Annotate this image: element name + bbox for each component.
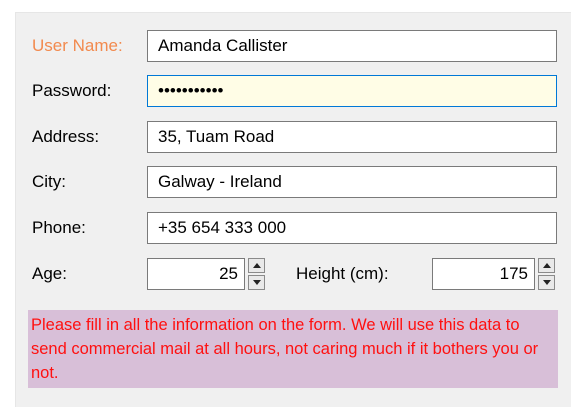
password-field[interactable]: ••••••••••• [147,75,557,107]
age-label: Age: [32,264,67,283]
age-stepper-buttons [248,258,265,290]
phone-field[interactable]: +35 654 333 000 [147,212,557,244]
height-label: Height (cm): [296,264,389,283]
age-stepper[interactable]: 25 [147,258,245,290]
height-decrement-button[interactable] [538,275,555,290]
username-label: User Name: [32,36,123,55]
height-increment-button[interactable] [538,258,555,273]
arrow-up-icon [542,263,551,268]
address-label: Address: [32,127,100,146]
address-field[interactable]: 35, Tuam Road [147,121,557,153]
notice-message: Please fill in all the information on th… [28,310,558,388]
arrow-up-icon [252,263,261,268]
username-field[interactable]: Amanda Callister [147,30,557,62]
password-label: Password: [32,81,112,100]
phone-label: Phone: [32,218,86,237]
age-decrement-button[interactable] [248,275,265,290]
height-stepper-buttons [538,258,555,290]
age-increment-button[interactable] [248,258,265,273]
arrow-down-icon [252,280,261,285]
arrow-down-icon [542,280,551,285]
city-label: City: [32,172,66,191]
height-stepper[interactable]: 175 [432,258,535,290]
city-field[interactable]: Galway - Ireland [147,166,557,198]
